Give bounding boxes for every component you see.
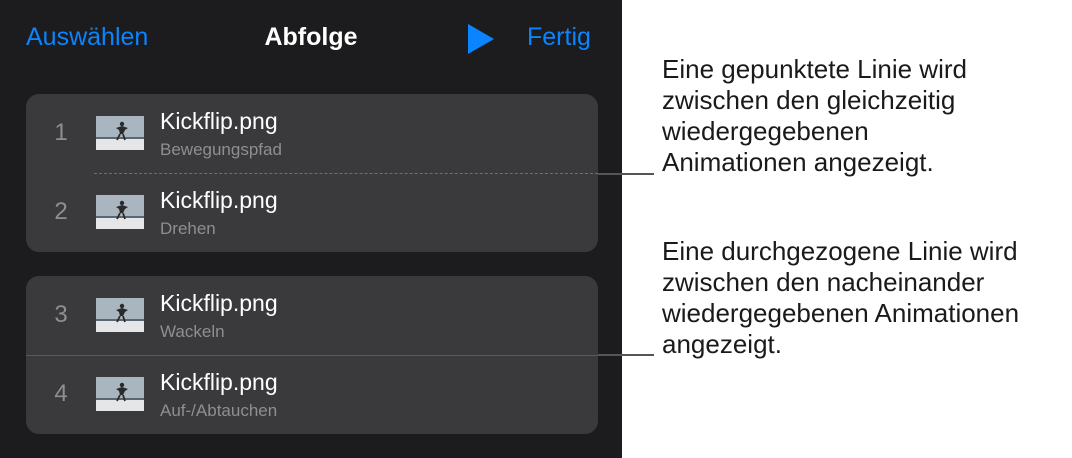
callout-text-line: wiedergegebenen Animationen bbox=[662, 298, 1020, 328]
build-row-3[interactable]: 3 Kickflip.png Wackeln bbox=[26, 276, 598, 355]
callout-leader-line bbox=[598, 354, 654, 356]
build-row-2[interactable]: 2 Kickflip.png Drehen bbox=[26, 173, 598, 252]
build-group-simultaneous: 1 Kickflip.png Bewegungspfad 2 Kickflip.… bbox=[26, 94, 598, 252]
image-thumbnail bbox=[96, 116, 144, 150]
callout-text-line: zwischen den nacheinander bbox=[662, 267, 985, 297]
build-number: 4 bbox=[54, 380, 68, 407]
build-row-1[interactable]: 1 Kickflip.png Bewegungspfad bbox=[26, 94, 598, 173]
callout-text-line: angezeigt. bbox=[662, 329, 782, 359]
callout-text-line: Animationen angezeigt. bbox=[662, 147, 934, 177]
build-effect: Drehen bbox=[160, 219, 216, 238]
build-effect: Auf-/Abtauchen bbox=[160, 401, 278, 420]
callout-leader-line bbox=[598, 173, 654, 175]
build-object-name: Kickflip.png bbox=[160, 108, 278, 134]
build-group-sequential: 3 Kickflip.png Wackeln 4 Kickflip.png Au… bbox=[26, 276, 598, 434]
callout-solid-line: Eine durchgezogene Linie wird zwischen d… bbox=[662, 236, 1066, 360]
callout-text-line: Eine gepunktete Linie wird bbox=[662, 54, 967, 84]
callout-text-line: wiedergegebenen bbox=[662, 116, 869, 146]
build-effect: Wackeln bbox=[160, 322, 225, 341]
callout-text-line: zwischen den gleichzeitig bbox=[662, 85, 956, 115]
build-number: 2 bbox=[54, 198, 68, 225]
build-number: 1 bbox=[54, 119, 68, 146]
done-button[interactable]: Fertig bbox=[527, 20, 591, 54]
image-thumbnail bbox=[96, 377, 144, 411]
play-icon bbox=[468, 24, 494, 54]
build-object-name: Kickflip.png bbox=[160, 290, 278, 316]
build-row-4[interactable]: 4 Kickflip.png Auf-/Abtauchen bbox=[26, 355, 598, 434]
build-object-name: Kickflip.png bbox=[160, 369, 278, 395]
build-number: 3 bbox=[54, 301, 68, 328]
image-thumbnail bbox=[96, 195, 144, 229]
callout-text-line: Eine durchgezogene Linie wird bbox=[662, 236, 1018, 266]
image-thumbnail bbox=[96, 298, 144, 332]
build-order-panel: Auswählen Abfolge Fertig 1 Kickflip.png … bbox=[0, 0, 622, 458]
build-object-name: Kickflip.png bbox=[160, 187, 278, 213]
play-button[interactable] bbox=[466, 24, 496, 54]
callout-dotted-line: Eine gepunktete Linie wird zwischen den … bbox=[662, 54, 1066, 178]
select-button[interactable]: Auswählen bbox=[26, 20, 148, 54]
build-effect: Bewegungspfad bbox=[160, 140, 282, 159]
